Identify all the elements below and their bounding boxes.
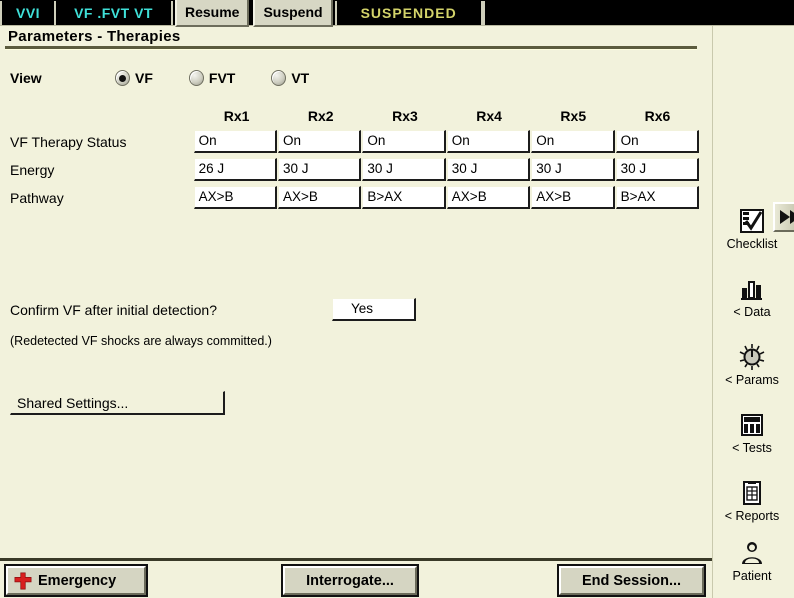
cell-pathway-rx2[interactable]: AX>B (277, 186, 362, 209)
suspend-button[interactable]: Suspend (253, 0, 333, 27)
therapy-table: Rx1 Rx2 Rx3 Rx4 Rx5 Rx6 VF Therapy Statu… (10, 108, 700, 214)
cell-energy-rx5[interactable]: 30 J (531, 158, 615, 181)
sidebar-label-patient: Patient (732, 569, 772, 583)
person-icon (737, 538, 767, 568)
view-selector: View VF FVT VT (10, 70, 345, 86)
bar-chart-icon (737, 274, 767, 304)
view-label: View (10, 70, 42, 86)
pacing-mode-indicator[interactable]: VVI (2, 0, 54, 26)
sidebar-item-patient[interactable]: Patient (713, 538, 791, 583)
sidebar-item-data[interactable]: < Data (713, 274, 791, 319)
cell-pathway-rx5[interactable]: AX>B (531, 186, 615, 209)
test-grid-icon (737, 410, 767, 440)
red-cross-icon (14, 572, 32, 589)
view-radio-vt[interactable]: VT (271, 70, 309, 86)
checklist-icon (737, 206, 767, 236)
sidebar-item-params[interactable]: < Params (713, 342, 791, 387)
cell-energy-rx1[interactable]: 26 J (193, 158, 277, 181)
cell-pathway-rx6[interactable]: B>AX (615, 186, 700, 209)
table-row: VF Therapy Status On On On On On On (10, 130, 700, 158)
cell-energy-rx6[interactable]: 30 J (615, 158, 700, 181)
column-header-rx5: Rx5 (560, 108, 587, 124)
resume-suspend-group: Resume Suspend (173, 0, 335, 27)
interrogate-button[interactable]: Interrogate... (283, 566, 417, 595)
column-header-rx3: Rx3 (392, 108, 418, 124)
view-radio-fvt[interactable]: FVT (188, 70, 236, 86)
sidebar-item-tests[interactable]: < Tests (713, 410, 791, 455)
report-document-icon (737, 478, 767, 508)
shared-settings-button[interactable]: Shared Settings... (10, 391, 225, 415)
row-label-pathway: Pathway (10, 190, 64, 206)
top-status-bar: VVI VF .FVT VT Resume Suspend SUSPENDED (0, 0, 794, 27)
table-row: Energy 26 J 30 J 30 J 30 J 30 J 30 J (10, 158, 700, 186)
cell-pathway-rx3[interactable]: B>AX (362, 186, 446, 209)
column-header-rx6: Rx6 (644, 108, 671, 124)
cell-status-rx4[interactable]: On (446, 130, 531, 153)
cell-pathway-rx4[interactable]: AX>B (446, 186, 531, 209)
topbar-filler (485, 0, 794, 26)
view-radio-vt-label: VT (291, 70, 310, 86)
cell-status-rx3[interactable]: On (362, 130, 446, 153)
radio-dot-icon (271, 70, 287, 86)
cell-status-rx2[interactable]: On (277, 130, 362, 153)
sidebar-label-checklist: Checklist (726, 237, 778, 251)
radio-dot-icon (188, 70, 204, 86)
main-panel: View VF FVT VT Rx1 Rx2 Rx3 Rx4 Rx5 Rx6 V… (0, 50, 712, 598)
column-header-rx2: Rx2 (307, 108, 334, 124)
cell-energy-rx2[interactable]: 30 J (277, 158, 362, 181)
view-radio-fvt-label: FVT (208, 70, 236, 86)
sidebar-item-checklist[interactable]: Checklist (713, 206, 791, 251)
sidebar-item-reports[interactable]: < Reports (713, 478, 791, 523)
right-sidebar: Checklist < Data < Params < Tests < Repo… (712, 26, 794, 598)
row-label-energy: Energy (10, 162, 55, 178)
cell-status-rx5[interactable]: On (531, 130, 615, 153)
column-header-rx1: Rx1 (223, 108, 250, 124)
end-session-button[interactable]: End Session... (559, 566, 704, 595)
device-screen: VVI VF .FVT VT Resume Suspend SUSPENDED … (0, 0, 794, 598)
confirm-vf-note: (Redetected VF shocks are always committ… (10, 334, 272, 348)
column-header-rx4: Rx4 (476, 108, 502, 124)
confirm-vf-value[interactable]: Yes (332, 298, 416, 321)
sidebar-label-params: < Params (725, 373, 779, 387)
row-label-therapy-status: VF Therapy Status (10, 134, 127, 150)
emergency-label: Emergency (38, 572, 117, 589)
detection-status-text: SUSPENDED (360, 4, 457, 21)
dial-knob-icon (737, 342, 767, 372)
cell-pathway-rx1[interactable]: AX>B (193, 186, 277, 209)
sidebar-label-reports: < Reports (724, 509, 780, 523)
emergency-button[interactable]: Emergency (6, 566, 146, 595)
cell-energy-rx4[interactable]: 30 J (446, 158, 531, 181)
cell-status-rx6[interactable]: On (615, 130, 700, 153)
table-row: Pathway AX>B AX>B B>AX AX>B AX>B B>AX (10, 186, 700, 214)
zone-indicator[interactable]: VF .FVT VT (56, 0, 171, 26)
view-radio-vf[interactable]: VF (115, 70, 153, 86)
page-title: Parameters - Therapies (8, 28, 181, 45)
view-radio-vf-label: VF (135, 70, 153, 86)
resume-button[interactable]: Resume (174, 0, 250, 27)
cell-energy-rx3[interactable]: 30 J (362, 158, 446, 181)
bottom-action-bar: Emergency Interrogate... End Session... (0, 558, 712, 598)
sidebar-label-tests: < Tests (732, 441, 772, 455)
radio-dot-icon (115, 70, 130, 86)
sidebar-label-data: < Data (733, 305, 771, 319)
confirm-vf-label: Confirm VF after initial detection? (10, 302, 217, 318)
cell-status-rx1[interactable]: On (193, 130, 277, 153)
table-header-row: Rx1 Rx2 Rx3 Rx4 Rx5 Rx6 (195, 108, 700, 130)
